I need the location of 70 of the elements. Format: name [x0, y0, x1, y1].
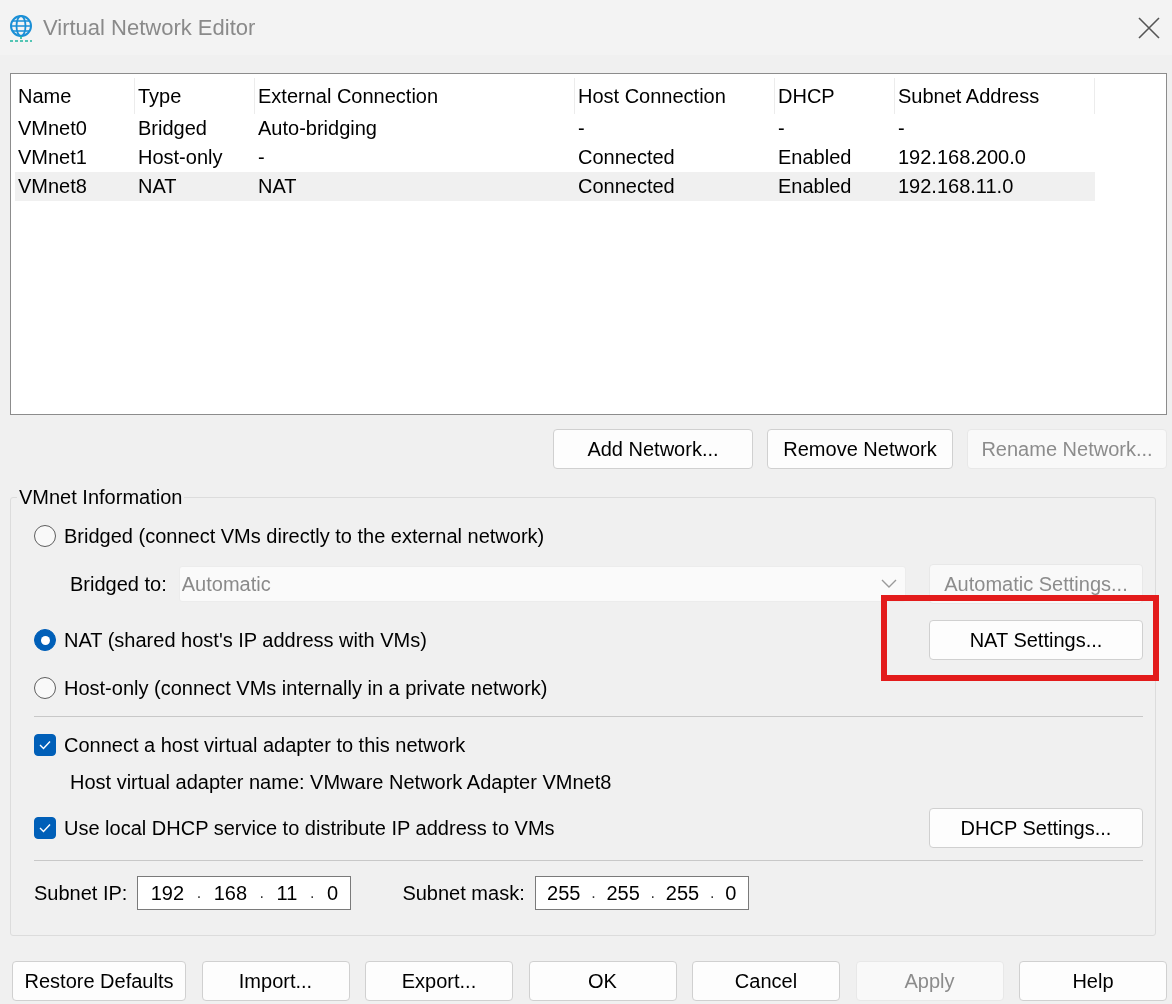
checkmark-icon: [39, 740, 51, 750]
subnet-ip-label: Subnet IP:: [34, 881, 128, 905]
bridged-to-label: Bridged to:: [70, 572, 167, 596]
radio-button[interactable]: [34, 629, 56, 651]
table-cell[interactable]: Enabled: [775, 172, 895, 201]
column-header[interactable]: Subnet Address: [895, 78, 1095, 114]
octet-separator: .: [196, 884, 202, 902]
table-cell[interactable]: 192.168.200.0: [895, 143, 1095, 172]
radio-label[interactable]: Bridged (connect VMs directly to the external network): [64, 524, 545, 548]
table-cell[interactable]: VMnet0: [15, 114, 135, 143]
octet-value: 255: [665, 881, 700, 905]
octet-value: 11: [276, 881, 298, 905]
window-title: Virtual Network Editor: [43, 14, 257, 41]
octet-value: 192: [150, 881, 185, 905]
close-icon[interactable]: [1138, 16, 1160, 39]
dialog-button[interactable]: Import...: [201, 961, 350, 1001]
octet-separator: .: [650, 884, 656, 902]
dialog-button[interactable]: Export...: [365, 961, 513, 1001]
ip-address-field[interactable]: 192 . 168 . 11 . 0: [137, 876, 352, 910]
octet-separator: .: [591, 884, 596, 902]
adapter-name-text: Host virtual adapter name: VMware Network Adapter VMnet8: [70, 770, 612, 794]
octet-value: 168: [213, 881, 247, 905]
octet-separator: .: [709, 884, 715, 902]
dialog-button[interactable]: Help: [1019, 961, 1167, 1001]
checkbox-label[interactable]: Use local DHCP service to distribute IP address to VMs: [64, 816, 555, 840]
table-cell[interactable]: VMnet1: [15, 143, 135, 172]
column-header[interactable]: Host Connection: [575, 78, 775, 114]
dialog-button[interactable]: Cancel: [692, 961, 840, 1001]
table-cell[interactable]: -: [575, 114, 775, 143]
radio-button[interactable]: [34, 677, 56, 699]
table-cell[interactable]: NAT: [135, 172, 255, 201]
table-cell[interactable]: Host-only: [135, 143, 255, 172]
checkmark-icon: [39, 823, 51, 833]
table-cell[interactable]: VMnet8: [15, 172, 135, 201]
table-cell[interactable]: Connected: [575, 172, 775, 201]
table-cell[interactable]: -: [255, 143, 575, 172]
octet-value: 255: [547, 881, 581, 905]
radio-button[interactable]: [34, 525, 56, 547]
octet-value: 255: [606, 881, 640, 905]
table-cell[interactable]: Auto-bridging: [255, 114, 575, 143]
checkbox-label[interactable]: Connect a host virtual adapter to this network: [64, 733, 466, 757]
checkbox[interactable]: [34, 817, 56, 839]
octet-separator: .: [309, 884, 315, 902]
network-button[interactable]: Add Network...: [553, 429, 753, 469]
octet-value: 0: [725, 881, 737, 905]
dialog-button[interactable]: OK: [528, 961, 677, 1001]
octet-value: 0: [326, 881, 339, 905]
table-cell[interactable]: Connected: [575, 143, 775, 172]
nat-settings-button[interactable]: NAT Settings...: [929, 620, 1143, 660]
chevron-down-icon: [880, 579, 897, 589]
subnet-mask-label: Subnet mask:: [402, 881, 525, 905]
column-header[interactable]: DHCP: [775, 78, 895, 114]
octet-separator: .: [259, 884, 265, 902]
table-cell[interactable]: Bridged: [135, 114, 255, 143]
radio-label[interactable]: Host-only (connect VMs internally in a private network): [64, 676, 548, 700]
table-cell[interactable]: -: [895, 114, 1095, 143]
dhcp-settings-button[interactable]: DHCP Settings...: [929, 808, 1143, 848]
dialog-button[interactable]: Restore Defaults: [12, 961, 186, 1001]
radio-label[interactable]: NAT (shared host's IP address with VMs): [64, 628, 427, 652]
checkbox[interactable]: [34, 734, 56, 756]
table-cell[interactable]: 192.168.11.0: [895, 172, 1095, 201]
table-cell[interactable]: Enabled: [775, 143, 895, 172]
network-button[interactable]: Remove Network: [767, 429, 953, 469]
ip-address-field[interactable]: 255 . 255 . 255 . 0: [534, 876, 749, 910]
table-cell[interactable]: NAT: [255, 172, 575, 201]
globe-icon: [8, 13, 34, 42]
column-header[interactable]: Type: [135, 78, 255, 114]
table-cell[interactable]: -: [775, 114, 895, 143]
column-header[interactable]: Name: [15, 78, 135, 114]
column-header[interactable]: External Connection: [255, 78, 575, 114]
